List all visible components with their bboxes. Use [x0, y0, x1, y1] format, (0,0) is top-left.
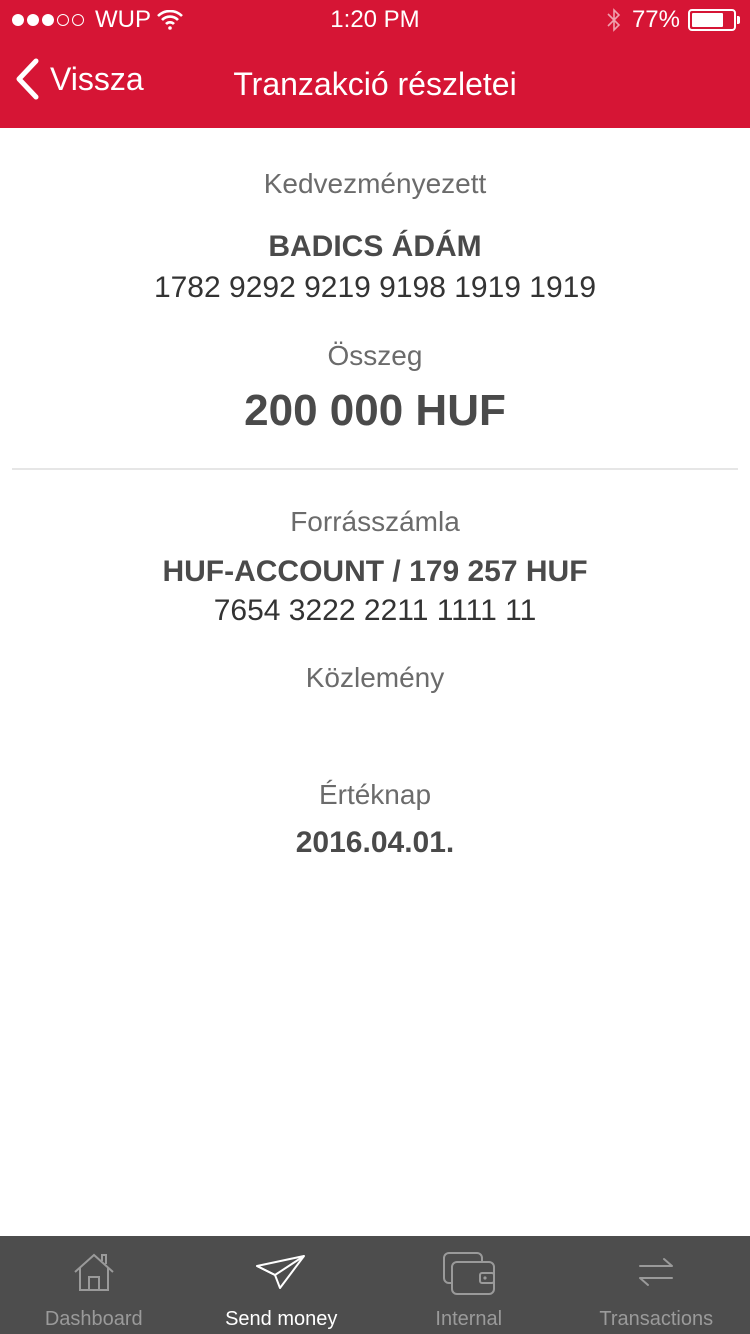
source-account-name: HUF-ACCOUNT / 179 257 HUF	[162, 555, 588, 588]
battery-fill	[692, 13, 723, 27]
amount-label: Összeg	[327, 340, 423, 371]
home-icon	[74, 1253, 114, 1291]
page-title: Tranzakció részletei	[233, 66, 517, 102]
transfer-arrows-icon	[639, 1258, 674, 1286]
note-label: Közlemény	[305, 662, 445, 693]
beneficiary-name: BADICS ÁDÁM	[268, 230, 482, 263]
value-date: 2016.04.01.	[295, 826, 455, 859]
tab-dashboard[interactable]: Dashboard	[0, 1236, 188, 1334]
paper-plane-icon	[256, 1255, 306, 1289]
source-account-number: 7654 3222 2211 1111 11	[213, 594, 537, 627]
tab-send-money[interactable]: Send money	[188, 1236, 376, 1334]
wallet-icon	[442, 1252, 495, 1295]
status-right: 77%	[606, 6, 740, 34]
tab-label: Transactions	[599, 1308, 714, 1330]
tab-transactions[interactable]: Transactions	[563, 1236, 750, 1334]
tab-label: Send money	[225, 1308, 338, 1330]
tab-label: Dashboard	[44, 1308, 143, 1330]
beneficiary-label: Kedvezményezett	[263, 168, 487, 199]
top-bar: WUP 1:20 PM 77% Vissza Tranzakció részle…	[0, 0, 750, 128]
source-account-label: Forrásszámla	[290, 506, 460, 537]
tab-internal[interactable]: Internal	[375, 1236, 563, 1334]
screen: WUP 1:20 PM 77% Vissza Tranzakció részle…	[0, 0, 750, 1334]
tab-bar: Dashboard Send money Internal Transactio…	[0, 1236, 750, 1334]
section-divider	[12, 468, 738, 470]
value-date-label: Értéknap	[318, 779, 432, 810]
battery-percentage: 77%	[631, 6, 680, 33]
amount-value: 200 000 HUF	[244, 386, 506, 435]
tab-label: Internal	[435, 1308, 503, 1330]
battery-icon	[688, 9, 740, 31]
navigation-bar: Vissza Tranzakció részletei	[0, 40, 750, 128]
bluetooth-icon	[607, 8, 621, 32]
status-bar: WUP 1:20 PM 77%	[0, 0, 750, 40]
beneficiary-account: 1782 9292 9219 9198 1919 1919	[153, 271, 597, 304]
